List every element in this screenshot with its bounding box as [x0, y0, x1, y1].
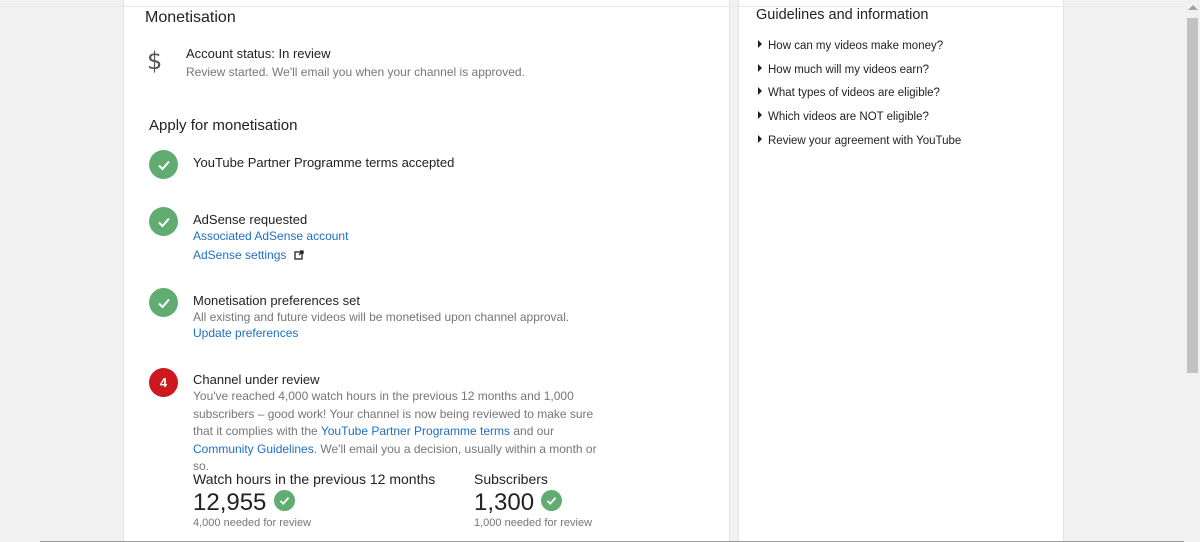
- guideline-item-not-eligible[interactable]: Which videos are NOT eligible?: [758, 111, 929, 123]
- partner-programme-terms-link[interactable]: YouTube Partner Programme terms: [321, 424, 510, 438]
- external-link-icon: [294, 247, 304, 265]
- step4-desc: You've reached 4,000 watch hours in the …: [193, 388, 613, 476]
- watch-hours-label: Watch hours in the previous 12 months: [193, 471, 436, 487]
- step4-desc-part2: and our: [510, 424, 555, 438]
- step2-title: AdSense requested: [193, 212, 308, 227]
- scrollbar-thumb[interactable]: [1187, 18, 1198, 373]
- guideline-item-agreement[interactable]: Review your agreement with YouTube: [758, 135, 961, 147]
- dollar-icon: $: [147, 47, 163, 75]
- adsense-settings-link-wrap[interactable]: AdSense settings: [193, 246, 304, 265]
- subscribers-note: 1,000 needed for review: [474, 517, 593, 529]
- step4-number-badge: 4: [149, 368, 178, 397]
- step1-check-icon: [149, 150, 178, 179]
- associated-adsense-link[interactable]: Associated AdSense account: [193, 229, 348, 243]
- update-preferences-link[interactable]: Update preferences: [193, 326, 298, 340]
- guideline-label: Review your agreement with YouTube: [768, 135, 962, 147]
- watch-hours-check-icon: [274, 490, 295, 511]
- subscribers-label: Subscribers: [474, 471, 548, 487]
- watch-hours-note: 4,000 needed for review: [193, 517, 312, 529]
- account-status: Account status: In review: [186, 46, 331, 61]
- guidelines-title: Guidelines and information: [756, 7, 929, 23]
- step2-check-icon: [149, 207, 178, 236]
- account-status-note: Review started. We'll email you when you…: [186, 65, 525, 79]
- expand-triangle-icon: [758, 64, 762, 72]
- guideline-label: How much will my videos earn?: [768, 64, 930, 76]
- guideline-label: Which videos are NOT eligible?: [768, 111, 929, 123]
- subscribers-check-icon: [541, 490, 562, 511]
- expand-triangle-icon: [758, 87, 762, 95]
- apply-title: Apply for monetisation: [149, 117, 298, 134]
- expand-triangle-icon: [758, 40, 762, 48]
- watch-hours-value: 12,955: [193, 489, 267, 516]
- community-guidelines-link[interactable]: Community Guidelines: [193, 442, 314, 456]
- top-divider: [0, 6, 1200, 7]
- expand-triangle-icon: [758, 111, 762, 119]
- guidelines-panel: [738, 0, 1064, 542]
- guideline-label: What types of videos are eligible?: [768, 87, 940, 99]
- step3-desc: All existing and future videos will be m…: [193, 310, 570, 324]
- scroll-up-arrow-icon[interactable]: [1188, 5, 1198, 10]
- adsense-settings-link[interactable]: AdSense settings: [193, 248, 286, 262]
- step3-check-icon: [149, 288, 178, 317]
- guideline-item-eligible-types[interactable]: What types of videos are eligible?: [758, 87, 940, 99]
- guideline-item-earnings[interactable]: How much will my videos earn?: [758, 64, 929, 76]
- expand-triangle-icon: [758, 135, 762, 143]
- guideline-item-make-money[interactable]: How can my videos make money?: [758, 40, 943, 52]
- step4-title: Channel under review: [193, 372, 320, 387]
- guideline-label: How can my videos make money?: [768, 40, 944, 52]
- step1-title: YouTube Partner Programme terms accepted: [193, 155, 455, 170]
- step3-title: Monetisation preferences set: [193, 293, 360, 308]
- subscribers-value: 1,300: [474, 489, 535, 516]
- monetisation-title: Monetisation: [145, 9, 236, 26]
